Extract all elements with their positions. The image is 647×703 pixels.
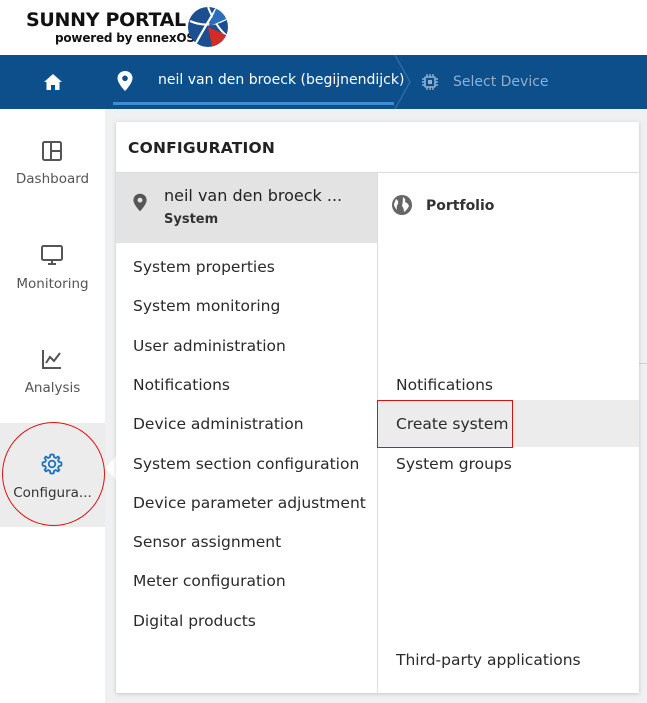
monitor-icon: [41, 245, 63, 265]
background-divider: [639, 363, 647, 364]
annotation-highlight-circle: [2, 422, 105, 526]
brand-subtitle: powered by ennexOS: [55, 31, 195, 45]
menu-item-system-monitoring[interactable]: System monitoring: [133, 297, 280, 315]
nav-site-selector[interactable]: neil van den broeck (begijnendijck): [105, 55, 404, 109]
menu-item-device-administration[interactable]: Device administration: [133, 415, 304, 433]
menu-item-device-parameter-adjustment[interactable]: Device parameter adjustment: [133, 494, 366, 512]
globe-icon: [392, 195, 412, 215]
sidebar-item-label: Analysis: [24, 380, 81, 396]
top-nav-bar: neil van den broeck (begijnendijck) Sele…: [0, 55, 647, 109]
portfolio-label: Portfolio: [426, 198, 495, 214]
menu-item-system-groups[interactable]: System groups: [396, 455, 512, 473]
sidebar-item-monitoring[interactable]: Monitoring: [0, 243, 105, 343]
portfolio-header[interactable]: Portfolio: [390, 193, 494, 221]
home-button[interactable]: [0, 55, 105, 109]
brand-globe-icon: [188, 6, 228, 47]
nav-device-label: Select Device: [453, 74, 549, 90]
left-sidebar: Dashboard Monitoring Analysis Configura.…: [0, 109, 105, 703]
home-icon: [43, 74, 62, 90]
menu-item-meter-configuration[interactable]: Meter configuration: [133, 572, 286, 590]
device-chip-icon: [422, 74, 438, 90]
menu-item-digital-products[interactable]: Digital products: [133, 612, 256, 630]
selected-system-card[interactable]: neil van den broeck ... System: [116, 173, 377, 243]
app-root: SUNNY PORTAL powered by ennexOS neil van…: [0, 0, 647, 703]
logo-header: SUNNY PORTAL powered by ennexOS: [0, 0, 647, 55]
menu-item-portfolio-notifications[interactable]: Notifications: [396, 376, 493, 394]
sidebar-item-dashboard[interactable]: Dashboard: [0, 139, 105, 239]
sidebar-item-label: Monitoring: [16, 276, 89, 292]
annotation-highlight-box: [377, 400, 513, 448]
nav-site-active-underline: [113, 102, 394, 105]
system-type-label: System: [164, 212, 219, 227]
brand-name: SUNNY PORTAL: [26, 9, 186, 31]
nav-device-selector[interactable]: Select Device: [420, 55, 549, 109]
menu-item-notifications[interactable]: Notifications: [133, 376, 230, 394]
menu-item-system-section-configuration[interactable]: System section configuration: [133, 455, 359, 473]
dashboard-icon: [42, 141, 62, 161]
chart-line-icon: [42, 350, 61, 369]
configuration-flyout-menu: CONFIGURATION neil van den broeck ... Sy…: [116, 122, 639, 693]
flyout-title: CONFIGURATION: [128, 139, 276, 157]
sidebar-item-label: Dashboard: [15, 171, 90, 187]
location-pin-icon: [117, 71, 133, 91]
system-name: neil van den broeck ...: [164, 186, 343, 205]
menu-item-system-properties[interactable]: System properties: [133, 258, 275, 276]
breadcrumb-chevron-separator: [394, 55, 411, 109]
location-pin-icon: [133, 193, 147, 212]
menu-item-user-administration[interactable]: User administration: [133, 337, 286, 355]
menu-item-sensor-assignment[interactable]: Sensor assignment: [133, 533, 281, 551]
menu-item-third-party-applications[interactable]: Third-party applications: [396, 651, 581, 669]
nav-site-label: neil van den broeck (begijnendijck): [158, 72, 405, 88]
